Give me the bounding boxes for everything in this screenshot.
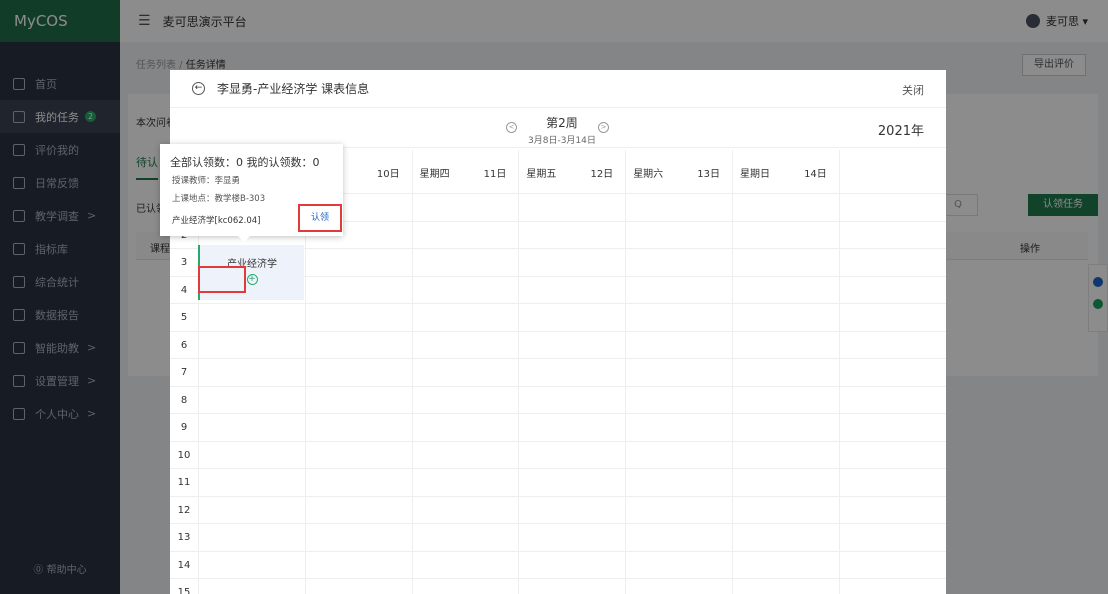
claim-counts: 全部认领数：0 我的认领数：0 (170, 156, 320, 169)
modal-header: ← 李显勇-产业经济学 课表信息 关闭 (170, 70, 946, 108)
period-number: 11 (177, 477, 191, 488)
period-number: 9 (180, 422, 188, 433)
prev-week-icon[interactable]: < (506, 122, 517, 133)
grid-column-line (732, 150, 733, 594)
period-number: 5 (180, 312, 188, 323)
grid-column-line (838, 150, 840, 594)
grid-row: 8 (170, 387, 946, 414)
popover-caret (238, 236, 250, 242)
add-highlight-box (198, 266, 246, 293)
grid-row: 6 (170, 332, 946, 359)
grid-row: 5 (170, 304, 946, 332)
period-number: 13 (177, 532, 191, 543)
grid-row: 12 (170, 497, 946, 524)
period-number: 12 (177, 504, 191, 516)
grid-row: 11 (170, 469, 946, 497)
grid-row: 7 (170, 359, 946, 387)
grid-row: 10 (170, 442, 946, 469)
back-arrow-icon[interactable]: ← (192, 82, 205, 95)
grid-row: 15 (170, 579, 946, 594)
week-navigator: < 第2周 3月8日-3月14日 > 2021年 (170, 108, 946, 148)
period-number: 8 (180, 394, 188, 406)
week-label: 第2周 3月8日-3月14日 (528, 114, 596, 146)
week-number: 第2周 (546, 116, 578, 130)
teacher-info: 授课教师：李显勇 (172, 176, 241, 186)
location-info: 上课地点：教学楼B-303 (172, 194, 266, 204)
grid-row: 14 (170, 552, 946, 579)
grid-column-line (518, 150, 520, 594)
grid-row: 13 (170, 524, 946, 552)
modal-title: 李显勇-产业经济学 课表信息 (217, 82, 370, 96)
claim-link[interactable]: 认领 (298, 204, 342, 232)
period-number: 10 (177, 449, 191, 461)
course-code: 产业经济学[kc062.04] (172, 216, 261, 226)
grid-column-line (625, 150, 627, 594)
add-icon[interactable]: + (246, 274, 258, 285)
close-button[interactable]: 关闭 (902, 82, 924, 98)
period-number: 4 (180, 284, 188, 296)
period-number: 6 (180, 339, 188, 351)
course-popover: 全部认领数：0 我的认领数：0 授课教师：李显勇 上课地点：教学楼B-303 产… (160, 144, 343, 242)
period-number: 3 (180, 257, 188, 268)
period-number: 14 (177, 559, 191, 571)
grid-column-line (411, 150, 413, 594)
week-range: 3月8日-3月14日 (528, 136, 596, 146)
grid-row: 9 (170, 414, 946, 442)
next-week-icon[interactable]: > (598, 122, 609, 133)
period-number: 7 (180, 367, 188, 378)
period-number: 15 (177, 587, 191, 594)
year-label: 2021年 (877, 124, 924, 139)
